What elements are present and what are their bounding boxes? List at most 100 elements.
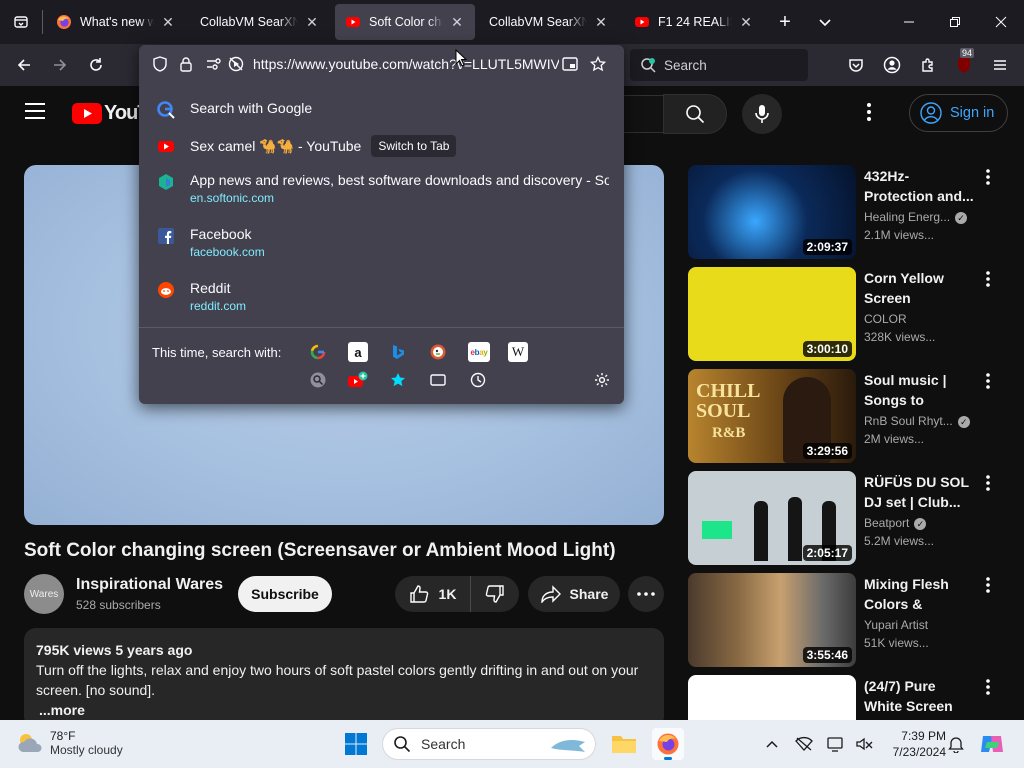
recommendation-item[interactable]: 2:09:37 432Hz- Protection and... Healing…	[688, 165, 1008, 259]
volume-button[interactable]	[850, 728, 878, 760]
close-tab-icon[interactable]: ✕	[304, 14, 320, 31]
recommendation-title[interactable]: Soul music | Songs to elevat...	[864, 370, 976, 410]
close-tab-icon[interactable]: ✕	[160, 14, 176, 31]
like-button[interactable]: 1K	[395, 576, 471, 612]
recommendation-title[interactable]: RÜFÜS DU SOL DJ set | Club...	[864, 472, 976, 512]
reload-button[interactable]	[80, 49, 112, 81]
engine-amazon-button[interactable]: a	[348, 342, 368, 362]
display-button[interactable]	[822, 728, 850, 760]
picture-in-picture-button[interactable]	[559, 53, 581, 75]
notifications-button[interactable]	[942, 728, 970, 760]
channel-name[interactable]: Inspirational Wares	[76, 576, 223, 594]
new-tab-button[interactable]: +	[768, 4, 802, 40]
channel-avatar[interactable]: Wares	[24, 574, 64, 614]
video-thumbnail[interactable]: 2:05:17	[688, 471, 856, 565]
subscribe-button[interactable]: Subscribe	[238, 576, 332, 612]
youtube-search-button[interactable]	[663, 94, 727, 134]
url-text[interactable]: https://www.youtube.com/watch?v=LLUTL5MW…	[253, 56, 559, 72]
recommendation-item[interactable]: 3:55:46 Mixing Flesh Colors & Learni... …	[688, 573, 1008, 667]
share-button[interactable]: Share	[528, 576, 620, 612]
more-actions-button[interactable]	[628, 576, 664, 612]
pocket-button[interactable]	[840, 49, 872, 81]
description-box[interactable]: 795K views 5 years ago Turn off the ligh…	[24, 628, 664, 728]
app-menu-button[interactable]	[984, 49, 1016, 81]
voice-search-button[interactable]	[742, 94, 782, 134]
recommendation-item[interactable]: CHILL SOUL R&B 3:29:56 Soul music | Songs …	[688, 369, 1008, 463]
settings-kebab-button[interactable]	[866, 102, 872, 127]
start-button[interactable]	[340, 728, 372, 760]
dislike-button[interactable]	[471, 576, 519, 612]
engine-wikipedia-button[interactable]: W	[508, 342, 528, 362]
back-button[interactable]	[8, 49, 40, 81]
close-window-button[interactable]	[978, 0, 1024, 44]
weather-widget[interactable]: 78°F Mostly cloudy	[16, 729, 123, 757]
engine-duckduckgo-button[interactable]	[428, 342, 448, 362]
browser-search-box[interactable]: Search	[630, 49, 808, 81]
ublock-extension-button[interactable]: 94	[948, 48, 980, 81]
recommendation-menu-button[interactable]	[980, 269, 996, 289]
engine-ebay-button[interactable]: ebay	[468, 342, 490, 362]
engine-bing-button[interactable]	[388, 342, 408, 362]
copilot-button[interactable]	[976, 728, 1008, 760]
search-tabs-button[interactable]	[428, 370, 448, 390]
list-all-tabs-button[interactable]	[808, 4, 842, 40]
forward-button[interactable]	[44, 49, 76, 81]
tab-1[interactable]: CollabVM SearXNG ✕	[190, 4, 330, 40]
tracking-protection-button[interactable]	[149, 53, 171, 75]
search-settings-button[interactable]	[592, 370, 612, 390]
recommendation-title[interactable]: 432Hz- Protection and...	[864, 166, 976, 206]
recommendation-title[interactable]: (24/7) Pure White Screen	[864, 676, 976, 716]
video-thumbnail[interactable]: 3:00:10	[688, 267, 856, 361]
suggestion-reddit[interactable]: Reddit reddit.com	[139, 280, 624, 313]
recommendation-menu-button[interactable]	[980, 473, 996, 493]
close-tab-icon[interactable]: ✕	[738, 14, 754, 31]
suggestion-softonic[interactable]: App news and reviews, best software down…	[139, 172, 609, 205]
tab-0[interactable]: What's new with ✕	[46, 4, 186, 40]
recommendation-menu-button[interactable]	[980, 167, 996, 187]
tab-4[interactable]: F1 24 REALISM M ✕	[624, 4, 764, 40]
video-thumbnail[interactable]: CHILL SOUL R&B 3:29:56	[688, 369, 856, 463]
search-bookmarks-button[interactable]	[388, 370, 408, 390]
show-hidden-icons-button[interactable]	[758, 728, 786, 760]
sign-in-button[interactable]: Sign in	[909, 94, 1008, 132]
permissions-button[interactable]	[203, 53, 225, 75]
search-history-button[interactable]	[468, 370, 488, 390]
tab-3[interactable]: CollabVM SearXNG ✕	[479, 4, 619, 40]
autoplay-blocked-button[interactable]	[225, 53, 247, 75]
firefox-taskbar-button[interactable]	[652, 728, 684, 760]
guide-button[interactable]	[24, 102, 46, 125]
recommendation-item[interactable]: 3:00:10 Corn Yellow Screen COLOR 328K vi…	[688, 267, 1008, 361]
minimize-button[interactable]	[886, 0, 932, 44]
suggestion-facebook[interactable]: Facebook facebook.com	[139, 226, 624, 259]
clock[interactable]: 7:39 PM 7/23/2024	[890, 728, 946, 760]
engine-searxng-button[interactable]	[308, 370, 328, 390]
recommendation-title[interactable]: Mixing Flesh Colors & Learni...	[864, 574, 976, 614]
file-explorer-button[interactable]	[608, 728, 640, 760]
extensions-button[interactable]	[912, 49, 944, 81]
tab-list-button[interactable]	[4, 4, 38, 40]
engine-google-button[interactable]	[308, 342, 328, 362]
video-thumbnail[interactable]	[688, 675, 856, 720]
site-identity-button[interactable]	[175, 53, 197, 75]
suggestion-switch-to-tab[interactable]: Sex camel 🐪🐪 - YouTube Switch to Tab	[139, 135, 624, 158]
show-more-link[interactable]: ...more	[36, 700, 652, 720]
recommendation-menu-button[interactable]	[980, 575, 996, 595]
bookmark-star-button[interactable]	[587, 53, 609, 75]
account-button[interactable]	[876, 49, 908, 81]
url-bar[interactable]: https://www.youtube.com/watch?v=LLUTL5MW…	[139, 45, 624, 83]
close-tab-icon[interactable]: ✕	[593, 14, 609, 31]
recommendation-title[interactable]: Corn Yellow Screen	[864, 268, 976, 308]
restore-button[interactable]	[932, 0, 978, 44]
video-thumbnail[interactable]: 3:55:46	[688, 573, 856, 667]
video-thumbnail[interactable]: 2:09:37	[688, 165, 856, 259]
close-tab-icon[interactable]: ✕	[449, 14, 465, 31]
recommendation-menu-button[interactable]	[980, 371, 996, 391]
engine-youtube-add-button[interactable]	[348, 370, 368, 390]
recommendation-item[interactable]: 2:05:17 RÜFÜS DU SOL DJ set | Club... Be…	[688, 471, 1008, 565]
taskbar-search[interactable]: Search	[382, 728, 596, 760]
network-button[interactable]	[790, 728, 818, 760]
recommendation-menu-button[interactable]	[980, 677, 996, 697]
suggestion-search-google[interactable]: Search with Google	[139, 100, 624, 119]
youtube-search-input[interactable]	[622, 95, 664, 133]
tab-2[interactable]: Soft Color chang ✕	[335, 4, 475, 40]
